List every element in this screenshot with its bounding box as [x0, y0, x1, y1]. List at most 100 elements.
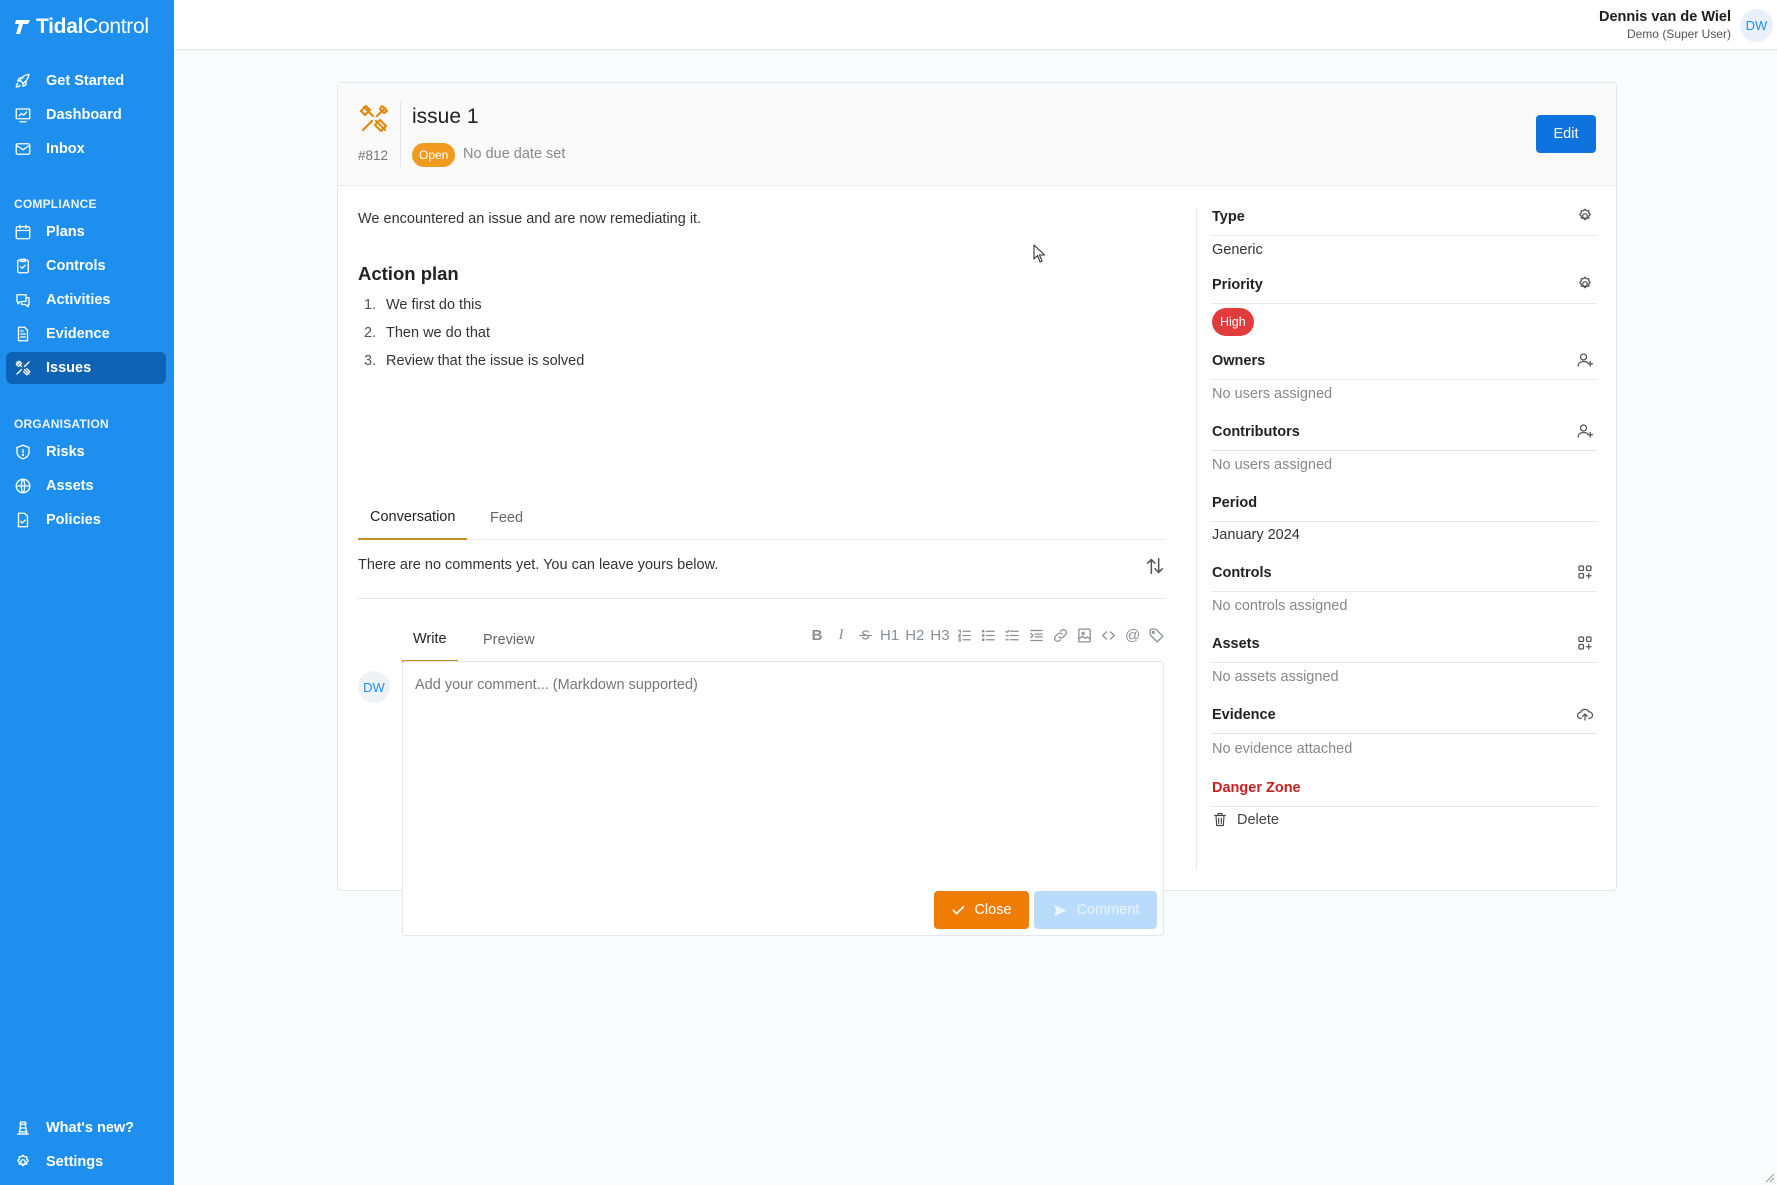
- sidebar-item-settings[interactable]: Settings: [6, 1146, 166, 1178]
- commenter-avatar: DW: [358, 671, 390, 703]
- logo-icon: [15, 20, 30, 34]
- sidebar-item-label: Risks: [46, 444, 85, 460]
- action-plan-list: 1. We first do this 2. Then we do that 3. R…: [364, 297, 584, 381]
- sidebar-item-assets[interactable]: Assets: [6, 470, 166, 502]
- add-user-icon: [1577, 424, 1594, 438]
- sidebar: TidalControl Get Started Dashboard Inbox…: [0, 0, 174, 1185]
- check-icon: [953, 905, 965, 914]
- list-item: 1. We first do this: [364, 297, 482, 313]
- gear-icon: [1579, 276, 1591, 289]
- tag-button[interactable]: [1148, 624, 1166, 646]
- task-list-button[interactable]: [1004, 624, 1022, 646]
- link-icon: [1054, 628, 1068, 642]
- sidebar-item-activities[interactable]: Activities: [6, 284, 166, 316]
- code-icon: [1102, 630, 1115, 640]
- sort-icon[interactable]: [1144, 555, 1166, 577]
- tools-icon: [359, 104, 389, 133]
- owners-value: No users assigned: [1212, 386, 1333, 402]
- sidebar-item-plans[interactable]: Plans: [6, 216, 166, 248]
- tab-conversation[interactable]: Conversation: [358, 495, 468, 540]
- link-button[interactable]: [1052, 624, 1070, 646]
- image-button[interactable]: [1076, 624, 1094, 646]
- sidebar-item-label: Issues: [46, 360, 92, 376]
- comment-button[interactable]: Comment: [1034, 891, 1157, 929]
- sidebar-item-issues[interactable]: Issues: [6, 352, 166, 384]
- sidebar-item-controls[interactable]: Controls: [6, 250, 166, 282]
- add-contributor-button[interactable]: [1576, 422, 1596, 442]
- comment-editor: Close Comment: [402, 661, 1164, 936]
- strikethrough-button[interactable]: [856, 624, 874, 646]
- tab-preview[interactable]: Preview: [472, 617, 546, 662]
- sidebar-item-label: Evidence: [46, 326, 110, 342]
- logo-text-light: Control: [83, 15, 149, 38]
- sidebar-item-evidence[interactable]: Evidence: [6, 318, 166, 350]
- mail-icon: [15, 143, 31, 155]
- sidebar-item-policies[interactable]: Policies: [6, 504, 166, 536]
- issue-card: #812 issue 1 Open No due date set Edit W…: [337, 82, 1617, 936]
- add-control-button[interactable]: [1576, 563, 1596, 583]
- upload-evidence-button[interactable]: [1576, 705, 1596, 725]
- indent-button[interactable]: [1028, 624, 1046, 646]
- type-settings-button[interactable]: [1576, 207, 1596, 227]
- cloud-upload-icon: [1576, 708, 1594, 721]
- bullet-list-button[interactable]: [980, 624, 998, 646]
- contributors-heading: Contributors: [1212, 424, 1596, 451]
- issue-header: #812 issue 1 Open No due date set Edit: [338, 83, 1616, 186]
- add-owner-button[interactable]: [1576, 351, 1596, 371]
- delete-button[interactable]: Delete: [1212, 811, 1279, 828]
- priority-settings-button[interactable]: [1576, 275, 1596, 295]
- file-check-icon: [17, 512, 29, 528]
- evidence-label: Evidence: [1212, 707, 1276, 723]
- list-item: 2. Then we do that: [364, 325, 490, 341]
- italic-button[interactable]: I: [832, 624, 850, 646]
- issue-description: We encountered an issue and are now reme…: [358, 211, 702, 227]
- h1-button[interactable]: H1: [880, 624, 899, 646]
- sidebar-item-get-started[interactable]: Get Started: [6, 65, 166, 97]
- sidebar-item-whats-new[interactable]: What's new?: [6, 1112, 166, 1144]
- danger-zone-label: Danger Zone: [1212, 780, 1301, 796]
- close-label: Close: [974, 902, 1012, 918]
- app-logo[interactable]: TidalControl: [14, 14, 149, 40]
- comment-input[interactable]: [403, 662, 1163, 872]
- sidebar-item-risks[interactable]: Risks: [6, 436, 166, 468]
- nav-section-organisation: ORGANISATION: [14, 417, 109, 431]
- grid-plus-icon: [1578, 636, 1592, 650]
- user-menu[interactable]: Dennis van de Wiel Demo (Super User): [1599, 9, 1731, 41]
- edit-button[interactable]: Edit: [1536, 115, 1596, 153]
- add-asset-button[interactable]: [1576, 634, 1596, 654]
- evidence-heading: Evidence: [1212, 707, 1596, 734]
- sidebar-item-label: Get Started: [46, 73, 125, 89]
- assets-label: Assets: [1212, 636, 1260, 652]
- page-title: issue 1: [412, 105, 479, 128]
- code-button[interactable]: [1100, 624, 1118, 646]
- assets-value: No assets assigned: [1212, 669, 1339, 685]
- owners-label: Owners: [1212, 353, 1266, 369]
- close-issue-button[interactable]: Close: [934, 891, 1029, 929]
- header-divider: [400, 101, 401, 167]
- indent-icon: [1030, 629, 1043, 641]
- sidebar-item-label: Policies: [46, 512, 101, 528]
- list-item: 3. Review that the issue is solved: [364, 353, 585, 369]
- tab-feed[interactable]: Feed: [488, 495, 525, 540]
- sidebar-item-inbox[interactable]: Inbox: [6, 133, 166, 165]
- ordered-list-button[interactable]: [956, 624, 974, 646]
- add-user-icon: [1577, 353, 1594, 367]
- globe-icon: [15, 478, 31, 494]
- assets-heading: Assets: [1212, 636, 1596, 663]
- bullet-list-icon: [981, 629, 995, 641]
- user-avatar[interactable]: DW: [1740, 9, 1773, 42]
- logo-text-bold: Tidal: [36, 15, 84, 38]
- sidebar-item-label: Inbox: [46, 141, 85, 157]
- h3-button[interactable]: H3: [930, 624, 949, 646]
- priority-badge: High: [1212, 308, 1254, 336]
- sidebar-item-dashboard[interactable]: Dashboard: [6, 99, 166, 131]
- gear-icon: [1579, 208, 1591, 221]
- period-label: Period: [1212, 495, 1258, 511]
- mention-button[interactable]: @: [1124, 624, 1142, 646]
- bold-button[interactable]: B: [808, 624, 826, 646]
- h2-button[interactable]: H2: [905, 624, 924, 646]
- tab-write[interactable]: Write: [402, 617, 458, 662]
- resize-handle-icon[interactable]: [1763, 1171, 1775, 1183]
- chat-icon: [16, 294, 30, 308]
- divider: [358, 598, 1164, 599]
